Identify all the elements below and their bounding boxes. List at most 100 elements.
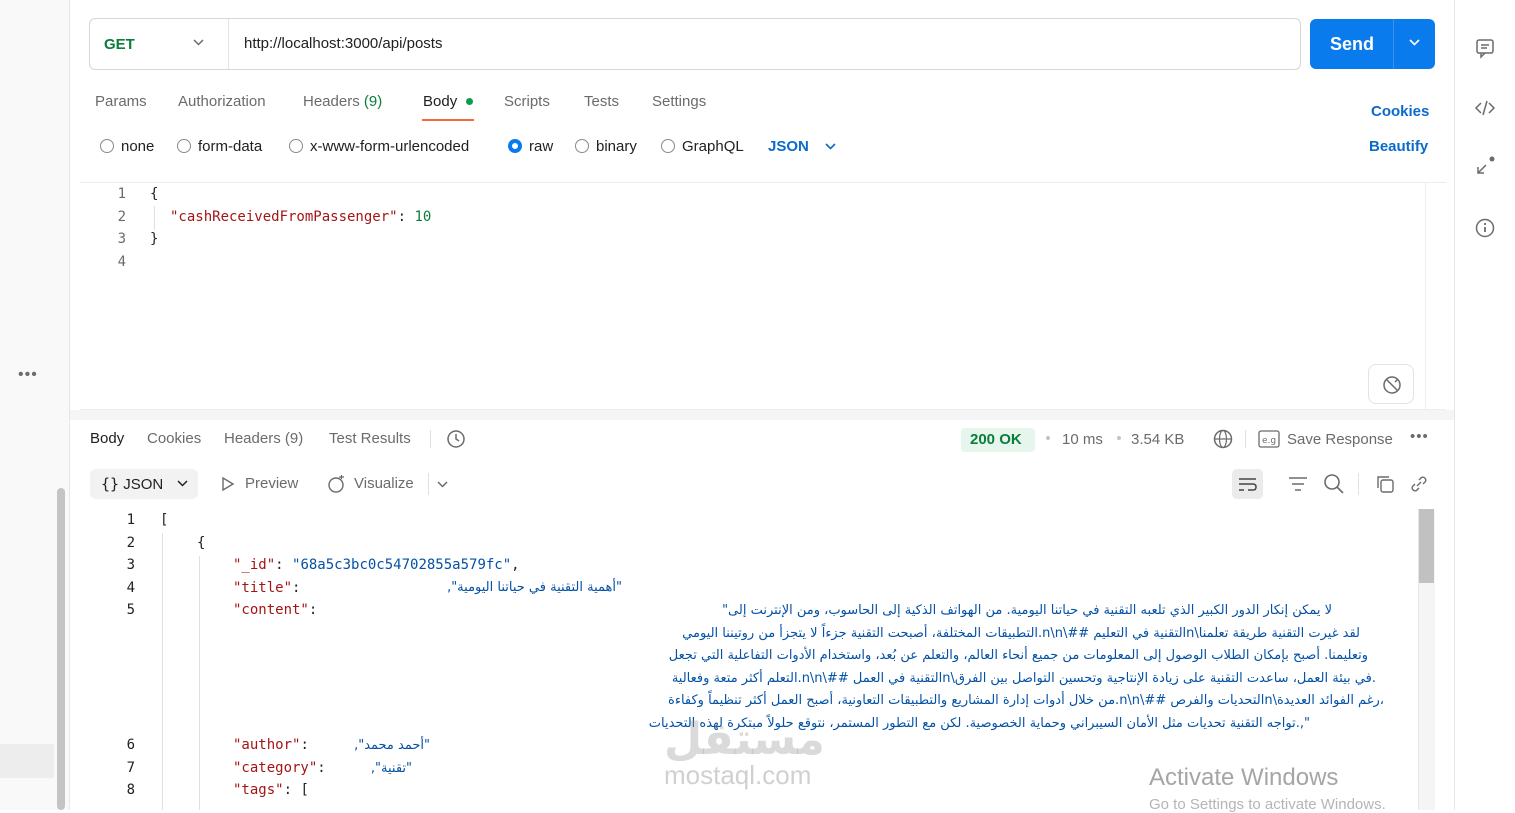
play-icon[interactable] bbox=[220, 476, 236, 492]
radio-none-label[interactable]: none bbox=[121, 138, 154, 155]
preview-button[interactable]: Preview bbox=[245, 475, 298, 492]
tab-params[interactable]: Params bbox=[95, 93, 147, 110]
json-key: "title" bbox=[233, 580, 293, 596]
activate-windows-title: Activate Windows bbox=[1149, 764, 1339, 791]
radio-raw[interactable] bbox=[508, 139, 522, 153]
tab-headers-count: (9) bbox=[363, 93, 383, 110]
json-colon: : bbox=[397, 209, 415, 225]
response-tab-headers[interactable]: Headers (9) bbox=[224, 430, 303, 447]
more-icon[interactable]: ••• bbox=[1410, 428, 1429, 445]
response-format-value: JSON bbox=[123, 476, 164, 493]
history-icon[interactable] bbox=[445, 428, 467, 450]
radio-none[interactable] bbox=[100, 139, 114, 153]
code-close-brace: } bbox=[150, 231, 159, 247]
response-format-label[interactable]: {} JSON bbox=[101, 475, 163, 493]
tab-authorization[interactable]: Authorization bbox=[178, 93, 266, 110]
json-string-title: "أهمية التقنية في حياتنا اليومية", bbox=[447, 580, 622, 595]
line-number: 7 bbox=[126, 760, 135, 776]
comment-icon[interactable] bbox=[1474, 37, 1496, 59]
radio-graphql-label[interactable]: GraphQL bbox=[682, 138, 744, 155]
radio-binary[interactable] bbox=[575, 139, 589, 153]
chevron-down-icon[interactable] bbox=[192, 36, 205, 49]
json-string-content-line: وتعليمنا. أصبح بإمكان الطلاب الوصول إلى … bbox=[668, 648, 1368, 663]
save-response-button[interactable]: Save Response bbox=[1287, 431, 1393, 448]
radio-urlencoded[interactable] bbox=[289, 139, 303, 153]
json-string-content-line: لقد غيرت التقنية طريقة تعلمنا\nالتقنية ف… bbox=[682, 626, 1360, 641]
globe-icon[interactable] bbox=[1212, 428, 1234, 450]
active-tab-underline bbox=[422, 119, 474, 121]
info-icon[interactable] bbox=[1474, 217, 1496, 239]
radio-raw-label[interactable]: raw bbox=[529, 138, 553, 155]
code-open-brace: { bbox=[150, 186, 159, 202]
visualize-button[interactable]: Visualize bbox=[354, 475, 414, 492]
watermark-logo: مستقل bbox=[664, 714, 825, 765]
editor-scrollbar[interactable] bbox=[1425, 182, 1445, 410]
response-tab-test-results[interactable]: Test Results bbox=[329, 430, 411, 447]
url-divider bbox=[228, 19, 229, 69]
meta-separator-dot bbox=[1046, 436, 1050, 440]
tab-settings[interactable]: Settings bbox=[652, 93, 706, 110]
send-button-label[interactable]: Send bbox=[1330, 34, 1374, 55]
toolbar-separator bbox=[1358, 473, 1359, 495]
tab-headers[interactable]: Headers (9) bbox=[303, 93, 382, 110]
code-icon[interactable] bbox=[1474, 97, 1496, 119]
more-horizontal-icon[interactable]: ••• bbox=[18, 366, 38, 384]
line-number: 3 bbox=[126, 557, 135, 573]
tab-scripts[interactable]: Scripts bbox=[504, 93, 550, 110]
tab-tests[interactable]: Tests bbox=[584, 93, 619, 110]
json-key: "cashReceivedFromPassenger" bbox=[170, 209, 398, 225]
copy-icon[interactable] bbox=[1375, 474, 1395, 494]
link-icon[interactable] bbox=[1409, 474, 1429, 494]
radio-form-data-label[interactable]: form-data bbox=[198, 138, 262, 155]
meta-separator-dot bbox=[1117, 436, 1121, 440]
visualize-icon[interactable] bbox=[327, 475, 347, 493]
response-size[interactable]: 3.54 KB bbox=[1131, 431, 1184, 448]
send-divider bbox=[1393, 19, 1394, 69]
response-time[interactable]: 10 ms bbox=[1062, 431, 1103, 448]
watermark-site: mostaql.com bbox=[664, 760, 812, 790]
url-input[interactable]: http://localhost:3000/api/posts bbox=[244, 35, 442, 52]
tab-body[interactable]: Body bbox=[423, 93, 457, 110]
chevron-down-icon[interactable] bbox=[824, 140, 837, 153]
response-tab-cookies[interactable]: Cookies bbox=[147, 430, 201, 447]
code-open-bracket: [ bbox=[160, 512, 169, 528]
response-scrollbar-thumb[interactable] bbox=[1419, 509, 1434, 583]
body-language-select[interactable]: JSON bbox=[768, 138, 809, 155]
pane-divider[interactable] bbox=[70, 410, 1454, 420]
chevron-down-icon[interactable] bbox=[436, 478, 449, 491]
left-sidebar-overlay: ••• bbox=[0, 0, 70, 810]
sidebar-selected-item[interactable] bbox=[0, 744, 54, 778]
tab-headers-label: Headers bbox=[303, 93, 360, 110]
indent-guide bbox=[162, 533, 163, 810]
line-number: 3 bbox=[117, 231, 126, 247]
code-line-title-key: "title": bbox=[233, 580, 301, 596]
beautify-button[interactable]: Beautify bbox=[1369, 138, 1428, 155]
json-string-content-line: .في بيئة العمل، ساعدت التقنية على زيادة … bbox=[671, 671, 1376, 686]
line-number: 2 bbox=[126, 535, 135, 551]
radio-binary-label[interactable]: binary bbox=[596, 138, 637, 155]
radio-form-data[interactable] bbox=[177, 139, 191, 153]
related-collections-icon[interactable] bbox=[1474, 155, 1496, 177]
line-number: 8 bbox=[126, 782, 135, 798]
radio-graphql[interactable] bbox=[661, 139, 675, 153]
code-line: "cashReceivedFromPassenger": 10 bbox=[170, 209, 431, 225]
radio-urlencoded-label[interactable]: x-www-form-urlencoded bbox=[310, 138, 469, 155]
method-select[interactable]: GET bbox=[104, 36, 135, 53]
ai-assist-button[interactable] bbox=[1368, 364, 1414, 404]
search-icon[interactable] bbox=[1323, 473, 1345, 495]
save-example-icon[interactable]: e.g bbox=[1258, 430, 1280, 448]
json-key: "category" bbox=[233, 760, 318, 776]
toolbar-separator bbox=[428, 473, 429, 495]
response-tab-body[interactable]: Body bbox=[90, 430, 124, 447]
line-number: 1 bbox=[126, 512, 135, 528]
meta-separator bbox=[1245, 430, 1246, 448]
code-open-brace: { bbox=[197, 535, 206, 551]
code-line-id: "_id": "68a5c3bc0c54702855a579fc", bbox=[233, 557, 520, 573]
cookies-link[interactable]: Cookies bbox=[1371, 103, 1429, 120]
chevron-down-icon[interactable] bbox=[176, 477, 189, 490]
filter-icon[interactable] bbox=[1287, 475, 1309, 493]
json-number: 10 bbox=[414, 209, 432, 225]
send-options-chevron-icon[interactable] bbox=[1408, 36, 1421, 49]
sidebar-scrollbar[interactable] bbox=[57, 488, 65, 810]
wrap-lines-button[interactable] bbox=[1232, 469, 1263, 499]
